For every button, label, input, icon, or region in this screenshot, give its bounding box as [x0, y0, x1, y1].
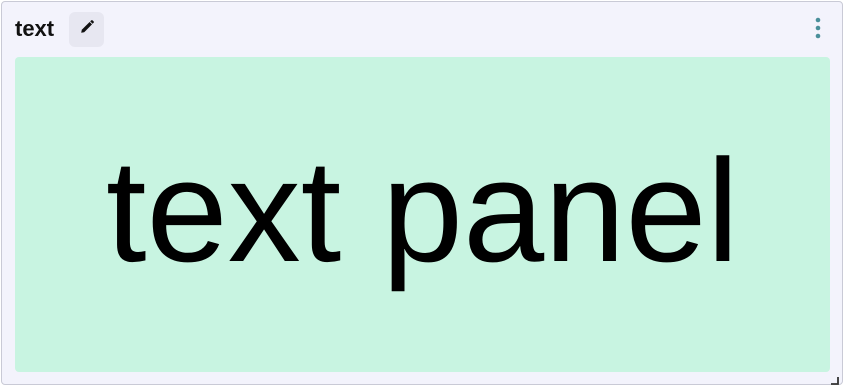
text-panel-content: text panel — [15, 57, 830, 372]
edit-title-button[interactable] — [69, 12, 104, 47]
panel-header: text — [2, 2, 842, 56]
kebab-menu-icon — [814, 16, 822, 45]
resize-handle-icon[interactable] — [830, 372, 839, 385]
text-panel-text: text panel — [105, 128, 740, 292]
panel-title: text — [15, 16, 55, 41]
pencil-icon — [79, 19, 95, 40]
text-panel-card: text text panel — [1, 1, 843, 385]
panel-menu-button[interactable] — [808, 14, 828, 46]
